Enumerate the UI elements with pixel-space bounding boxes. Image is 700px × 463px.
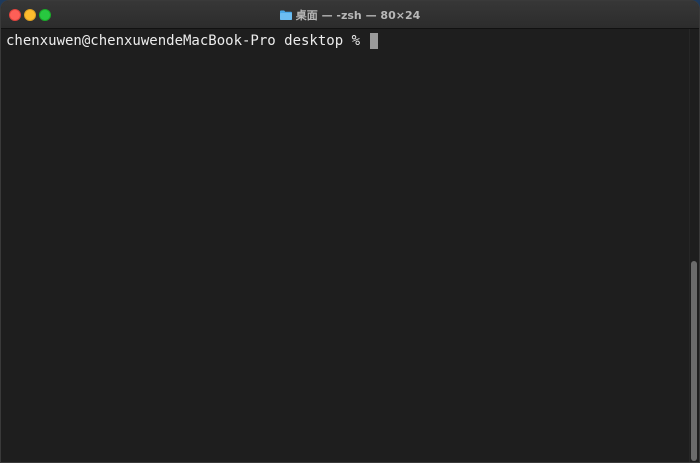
scrollbar-thumb[interactable] (691, 261, 697, 461)
folder-icon (279, 10, 292, 20)
title-bar[interactable]: 桌面 — -zsh — 80×24 (1, 1, 699, 29)
terminal-content[interactable]: chenxuwen@chenxuwendeMacBook-Pro desktop… (1, 29, 699, 462)
window-title: 桌面 — -zsh — 80×24 (1, 1, 699, 29)
window-title-text: 桌面 — -zsh — 80×24 (295, 9, 421, 22)
text-cursor (370, 33, 379, 49)
terminal-window: 桌面 — -zsh — 80×24 chenxuwen@chenxuwendeM… (0, 0, 700, 463)
prompt-text: chenxuwen@chenxuwendeMacBook-Pro desktop… (6, 33, 369, 49)
scrollbar[interactable] (689, 29, 699, 462)
prompt-line: chenxuwen@chenxuwendeMacBook-Pro desktop… (6, 32, 379, 50)
